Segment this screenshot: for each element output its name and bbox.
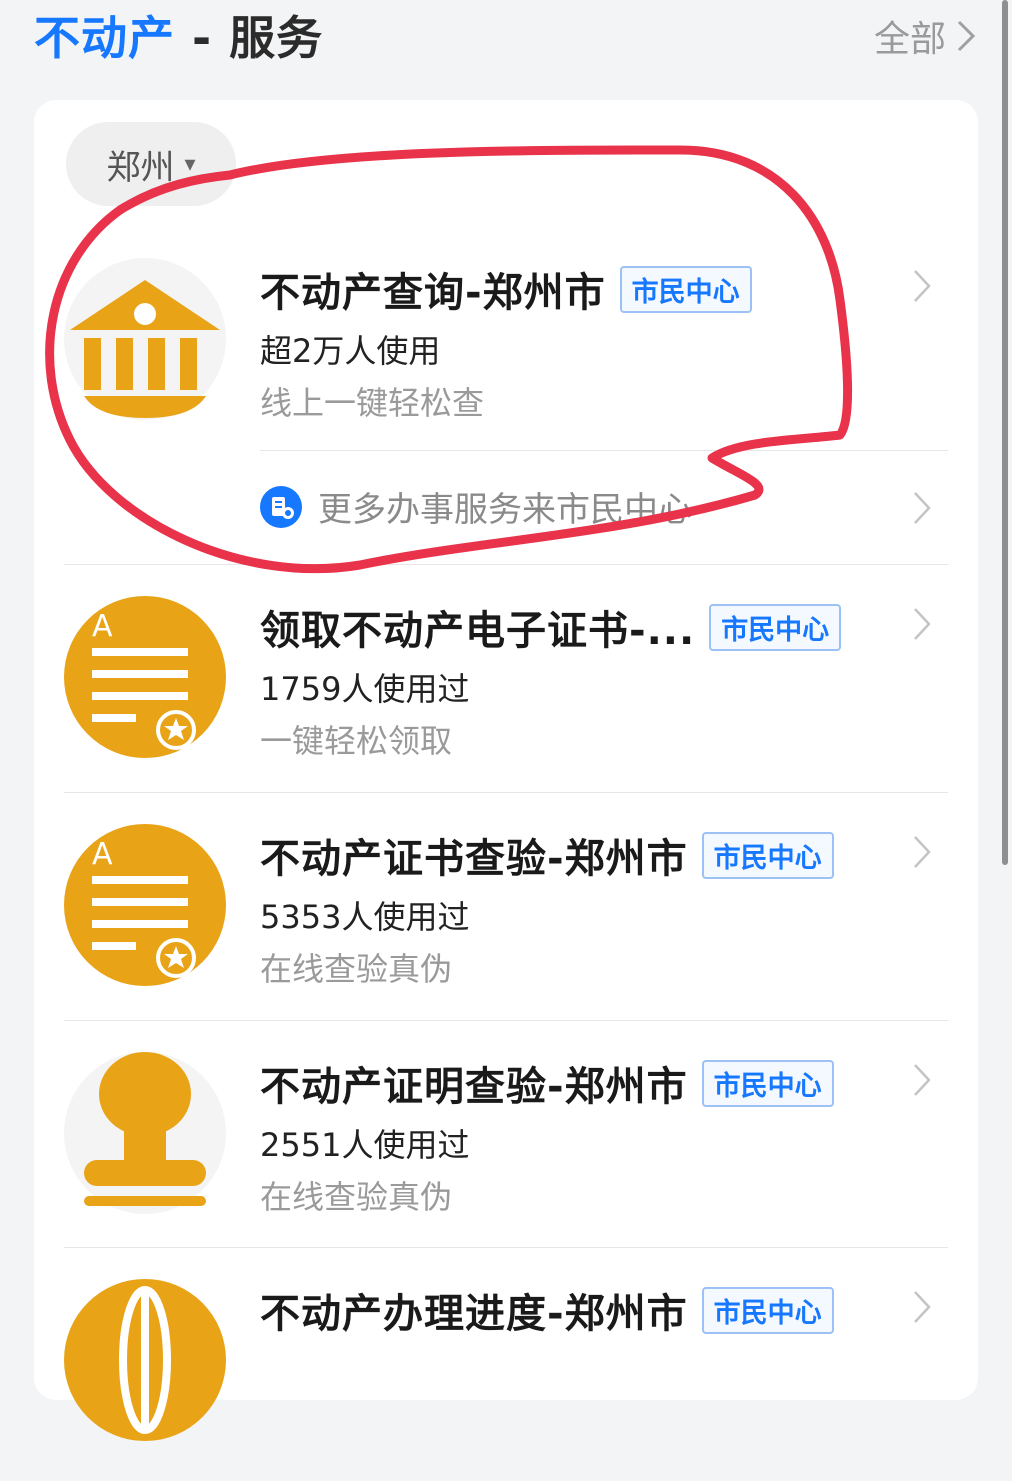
usage-count: 1759人使用过 xyxy=(260,670,470,708)
chevron-right-icon xyxy=(914,270,931,302)
chevron-right-icon xyxy=(914,608,931,640)
view-all-link[interactable]: 全部 xyxy=(874,10,976,62)
chevron-right-icon xyxy=(914,1064,931,1096)
divider xyxy=(64,1247,948,1248)
divider xyxy=(64,1020,948,1021)
chevron-right-icon xyxy=(957,20,976,52)
chevron-right-icon xyxy=(914,1291,931,1323)
title-highlight: 不动产 xyxy=(34,11,175,65)
service-item[interactable]: A 领取不动产电子证书-... 市民中心 1759人使用过 一键轻松领取 xyxy=(34,578,978,798)
services-card: 郑州 ▾ 不动产查询-郑州市 市民中心 超2万人使用 线上一键轻松查 更多办事服… xyxy=(34,100,978,1441)
more-services-link[interactable]: 更多办事服务来市民中心 xyxy=(260,482,692,531)
usage-count: 2551人使用过 xyxy=(260,1126,470,1164)
service-description: 线上一键轻松查 xyxy=(260,384,485,422)
chevron-right-icon xyxy=(914,836,931,868)
service-name: 领取不动产电子证书-... xyxy=(260,608,696,654)
svg-text:A: A xyxy=(92,609,113,644)
service-name: 不动产证明查验-郑州市 xyxy=(260,1064,688,1110)
bank-icon xyxy=(64,258,226,420)
usage-count: 超2万人使用 xyxy=(260,332,441,370)
service-item[interactable]: 不动产办理进度-郑州市 市民中心 xyxy=(34,1261,978,1481)
globe-icon xyxy=(64,1279,226,1441)
caret-down-icon: ▾ xyxy=(184,151,196,177)
service-description: 一键轻松领取 xyxy=(260,722,453,760)
certificate-icon: A xyxy=(64,596,226,758)
city-label: 郑州 xyxy=(106,147,175,188)
service-name: 不动产办理进度-郑州市 xyxy=(260,1291,688,1337)
divider xyxy=(260,450,948,451)
badge: 市民中心 xyxy=(701,831,834,879)
section-header: 不动产 - 服务 全部 xyxy=(0,0,1012,80)
more-services-label: 更多办事服务来市民中心 xyxy=(318,490,692,530)
divider xyxy=(64,792,948,793)
document-icon xyxy=(260,485,302,528)
service-item[interactable]: 不动产证明查验-郑州市 市民中心 2551人使用过 在线查验真伪 xyxy=(34,1034,978,1254)
service-description: 在线查验真伪 xyxy=(260,950,453,988)
city-selector[interactable]: 郑州 ▾ xyxy=(66,122,236,206)
usage-count: 5353人使用过 xyxy=(260,898,470,936)
svg-text:A: A xyxy=(92,837,113,872)
service-description: 在线查验真伪 xyxy=(260,1178,453,1216)
certificate-icon: A xyxy=(64,824,226,986)
service-name: 不动产查询-郑州市 xyxy=(260,270,606,316)
badge: 市民中心 xyxy=(701,1286,834,1334)
badge: 市民中心 xyxy=(709,603,842,651)
view-all-label: 全部 xyxy=(873,19,946,60)
badge: 市民中心 xyxy=(701,1059,834,1107)
service-item[interactable]: 不动产查询-郑州市 市民中心 超2万人使用 线上一键轻松查 xyxy=(34,240,978,500)
scrollbar[interactable] xyxy=(1002,0,1008,865)
service-item[interactable]: A 不动产证书查验-郑州市 市民中心 5353人使用过 在线查验真伪 xyxy=(34,806,978,1026)
chevron-right-icon xyxy=(914,492,931,524)
badge: 市民中心 xyxy=(619,265,752,313)
title-rest: - 服务 xyxy=(175,11,324,65)
section-title: 不动产 - 服务 xyxy=(34,2,323,68)
service-name: 不动产证书查验-郑州市 xyxy=(260,836,688,882)
divider xyxy=(64,564,948,565)
stamp-icon xyxy=(64,1052,226,1214)
